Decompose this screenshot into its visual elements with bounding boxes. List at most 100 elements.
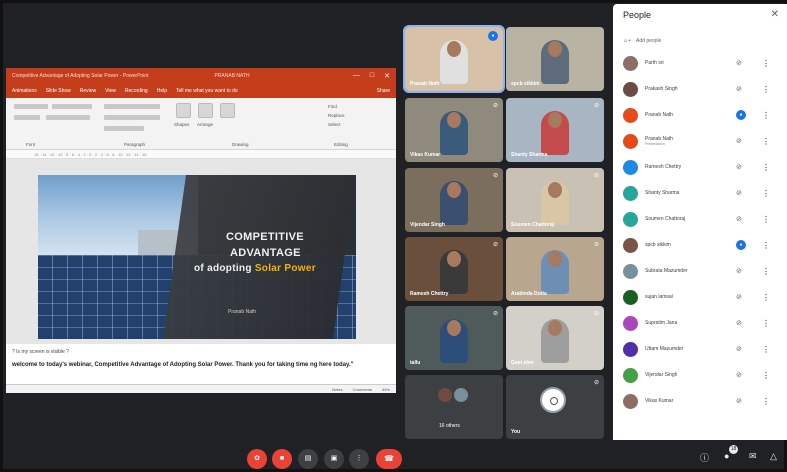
comments-button[interactable]: Comments bbox=[353, 387, 372, 392]
present-icon[interactable]: ▣ bbox=[324, 449, 344, 469]
captions-icon[interactable]: ▤ bbox=[298, 449, 318, 469]
people-count-badge: 18 bbox=[729, 445, 738, 454]
list-item[interactable]: Uttam Mazumder ⊘ ⋮ bbox=[613, 336, 787, 362]
participant-name-text: spcb sikkim bbox=[645, 242, 671, 248]
tab-animations[interactable]: Animations bbox=[12, 88, 37, 94]
notes-button[interactable]: Notes bbox=[332, 387, 342, 392]
tab-review[interactable]: Review bbox=[80, 88, 96, 94]
speaker-notes[interactable]: welcome to today's webinar, Competitive … bbox=[12, 361, 392, 370]
list-item[interactable]: sujan lamsal ⊘ ⋮ bbox=[613, 284, 787, 310]
tab-slide-show[interactable]: Slide Show bbox=[46, 88, 71, 94]
add-people-button[interactable]: ☺+ Add people bbox=[623, 38, 661, 44]
maximize-icon[interactable]: □ bbox=[370, 72, 374, 80]
share-button[interactable]: Share bbox=[377, 88, 390, 94]
shapes-label[interactable]: Shapes bbox=[174, 122, 189, 127]
powerpoint-titlebar: Competitive Advantage of Adopting Solar … bbox=[6, 68, 396, 84]
mic-off-icon[interactable]: ⊘ bbox=[736, 59, 742, 67]
more-options-icon[interactable]: ⋮ bbox=[349, 449, 369, 469]
people-icon[interactable]: ● bbox=[724, 451, 729, 461]
video-tile[interactable]: spcb sikkim bbox=[506, 27, 604, 91]
tab-help[interactable]: Help bbox=[157, 88, 167, 94]
list-item[interactable]: spcb sikkim ● ⋮ bbox=[613, 232, 787, 258]
video-tile[interactable]: You ⊘ bbox=[506, 375, 604, 439]
video-tile[interactable]: Pranab Nath ● bbox=[403, 25, 505, 93]
list-item[interactable]: Subrata Mazumder ⊘ ⋮ bbox=[613, 258, 787, 284]
ribbon-tabs: Animations Slide Show Review View Record… bbox=[6, 84, 396, 98]
list-item[interactable]: Supratim Jana ⊘ ⋮ bbox=[613, 310, 787, 336]
camera-off-icon[interactable]: ■ bbox=[272, 449, 292, 469]
select-button[interactable]: Select bbox=[328, 122, 341, 127]
more-options-icon[interactable]: ⋮ bbox=[762, 111, 770, 120]
close-icon[interactable]: ✕ bbox=[771, 9, 779, 20]
mic-off-icon[interactable]: ⊘ bbox=[736, 215, 742, 223]
mic-off-icon[interactable]: ⊘ bbox=[736, 137, 742, 145]
list-item[interactable]: Vijendar Singh ⊘ ⋮ bbox=[613, 362, 787, 388]
more-options-icon[interactable]: ⋮ bbox=[762, 189, 770, 198]
replace-button[interactable]: Replace bbox=[328, 113, 345, 118]
more-options-icon[interactable]: ⋮ bbox=[762, 371, 770, 380]
mic-off-icon[interactable]: ⊘ bbox=[736, 319, 742, 327]
mic-off-icon[interactable]: ✿ bbox=[247, 449, 267, 469]
arrange-label[interactable]: Arrange bbox=[197, 122, 213, 127]
tab-view[interactable]: View bbox=[105, 88, 116, 94]
list-item[interactable]: Prakash Singh ⊘ ⋮ bbox=[613, 76, 787, 102]
group-paragraph: Paragraph bbox=[124, 142, 146, 147]
activities-icon[interactable]: △ bbox=[770, 451, 777, 462]
more-options-icon[interactable]: ⋮ bbox=[762, 163, 770, 172]
arrange-icon[interactable] bbox=[198, 103, 213, 118]
tell-me-search[interactable]: Tell me what you want to do bbox=[176, 88, 238, 94]
mic-off-icon[interactable]: ⊘ bbox=[736, 345, 742, 353]
speaking-icon[interactable]: ● bbox=[736, 110, 746, 120]
list-item[interactable]: Ramesh Chettry ⊘ ⋮ bbox=[613, 154, 787, 180]
find-button[interactable]: Find bbox=[328, 104, 337, 109]
more-options-icon[interactable]: ⋮ bbox=[762, 267, 770, 276]
zoom-level[interactable]: 44% bbox=[382, 387, 390, 392]
shared-screen: Competitive Advantage of Adopting Solar … bbox=[6, 68, 396, 393]
minimize-icon[interactable]: — bbox=[353, 72, 360, 80]
list-item[interactable]: Parth sri ⊘ ⋮ bbox=[613, 50, 787, 76]
participant-name: Pranab Nath bbox=[645, 112, 673, 118]
tab-recording[interactable]: Recording bbox=[125, 88, 148, 94]
more-options-icon[interactable]: ⋮ bbox=[762, 85, 770, 94]
mic-off-icon[interactable]: ⊘ bbox=[736, 85, 742, 93]
list-item[interactable]: Pranab Nath Presentation ⊘ ⋮ bbox=[613, 128, 787, 154]
chat-icon[interactable]: ✉ bbox=[749, 451, 757, 462]
shapes-icon[interactable] bbox=[176, 103, 191, 118]
list-item[interactable]: Shanty Sharma ⊘ ⋮ bbox=[613, 180, 787, 206]
close-icon[interactable]: ✕ bbox=[384, 72, 390, 80]
more-options-icon[interactable]: ⋮ bbox=[762, 59, 770, 68]
group-drawing: Drawing bbox=[232, 142, 249, 147]
video-tile[interactable]: Arabinda Dutta ⊘ bbox=[506, 237, 604, 301]
list-item[interactable]: Soumen Chattoraj ⊘ ⋮ bbox=[613, 206, 787, 232]
mic-off-icon[interactable]: ⊘ bbox=[736, 267, 742, 275]
mic-off-icon[interactable]: ⊘ bbox=[736, 397, 742, 405]
more-options-icon[interactable]: ⋮ bbox=[762, 319, 770, 328]
list-item[interactable]: Vikas Kumar ⊘ ⋮ bbox=[613, 388, 787, 414]
list-item[interactable]: Pranab Nath ● ⋮ bbox=[613, 102, 787, 128]
video-tile[interactable]: Vikas Kumar ⊘ bbox=[405, 98, 503, 162]
mic-off-icon[interactable]: ⊘ bbox=[736, 371, 742, 379]
mic-off-icon[interactable]: ⊘ bbox=[736, 163, 742, 171]
video-tile[interactable]: tallu ⊘ bbox=[405, 306, 503, 370]
more-options-icon[interactable]: ⋮ bbox=[762, 345, 770, 354]
more-options-icon[interactable]: ⋮ bbox=[762, 397, 770, 406]
avatar bbox=[437, 387, 453, 403]
speaking-icon[interactable]: ● bbox=[736, 240, 746, 250]
video-tile[interactable]: Soumen Chattoraj ⊘ bbox=[506, 168, 604, 232]
mic-off-icon[interactable]: ⊘ bbox=[736, 189, 742, 197]
video-tile[interactable]: Vijendar Singh ⊘ bbox=[405, 168, 503, 232]
mic-off-icon: ⊘ bbox=[492, 173, 498, 179]
tile-name: Vijendar Singh bbox=[410, 222, 445, 228]
video-tile[interactable]: Ramesh Chettry ⊘ bbox=[405, 237, 503, 301]
video-tile[interactable]: Geet ebm ⊘ bbox=[506, 306, 604, 370]
mic-off-icon[interactable]: ⊘ bbox=[736, 293, 742, 301]
more-options-icon[interactable]: ⋮ bbox=[762, 293, 770, 302]
more-options-icon[interactable]: ⋮ bbox=[762, 137, 770, 146]
more-options-icon[interactable]: ⋮ bbox=[762, 215, 770, 224]
more-options-icon[interactable]: ⋮ bbox=[762, 241, 770, 250]
video-tile[interactable]: Shanty Sharma ⊘ bbox=[506, 98, 604, 162]
end-call-icon[interactable]: ☎ bbox=[376, 449, 402, 469]
quick-styles-icon[interactable] bbox=[220, 103, 235, 118]
info-icon[interactable]: ⓘ bbox=[700, 451, 709, 464]
video-tile[interactable]: 16 others bbox=[405, 375, 503, 439]
